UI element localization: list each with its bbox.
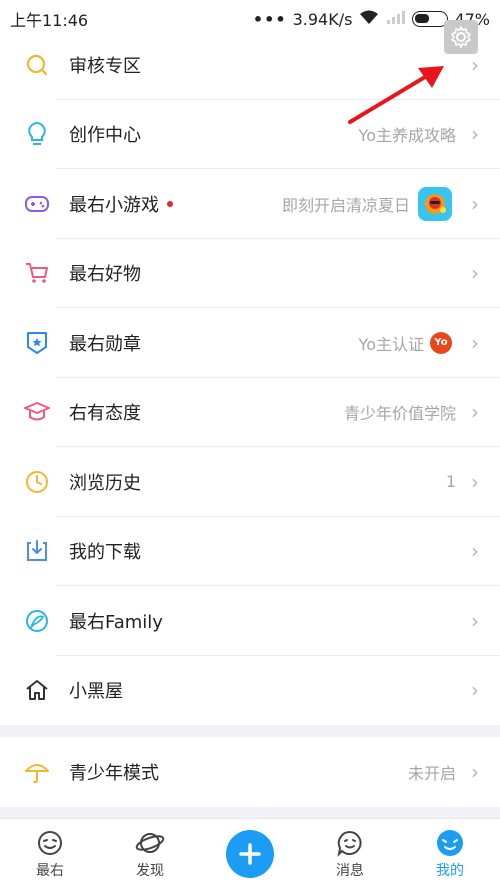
tab-label: 消息: [336, 863, 364, 879]
umbrella-icon: [24, 759, 50, 785]
menu-item-hint: Yo主认证: [358, 334, 424, 354]
section-gap: [0, 725, 500, 737]
tab-label: 最右: [36, 863, 64, 879]
menu-item-good-stuff[interactable]: 最右好物 ›: [0, 239, 500, 308]
yo-badge-icon: Yo: [430, 331, 452, 354]
tab-discover[interactable]: 发现: [105, 828, 195, 880]
gear-icon: [451, 26, 471, 48]
face-icon: [35, 828, 65, 858]
chevron-right-icon: ›: [471, 759, 479, 784]
menu-item-label: 浏览历史: [69, 472, 141, 494]
search-icon: [24, 52, 50, 78]
menu-list: 审核专区 › 创作中心 Yo主养成攻略 › 最右小游戏 即刻开启清凉夏日 › 最…: [0, 30, 500, 725]
planet-icon: [135, 828, 165, 858]
menu-item-youth-mode[interactable]: 青少年模式 未开启 ›: [0, 737, 500, 807]
chevron-right-icon: ›: [471, 330, 479, 355]
download-icon: [24, 538, 50, 564]
chevron-right-icon: ›: [471, 469, 479, 494]
menu-item-label: 创作中心: [69, 125, 141, 147]
chevron-right-icon: ›: [471, 539, 479, 564]
menu-item-label: 最右好物: [69, 264, 141, 286]
tab-label: 我的: [436, 863, 464, 879]
menu-item-label: 青少年模式: [69, 762, 159, 784]
menu-item-downloads[interactable]: 我的下载 ›: [0, 517, 500, 586]
game-thumbnail-icon: [418, 186, 452, 221]
graduation-cap-icon: [24, 399, 50, 425]
history-count: 1: [445, 472, 456, 492]
menu-item-label-wrap: 最右小游戏: [69, 191, 282, 217]
section-gap: [0, 807, 500, 818]
gamepad-icon: [24, 191, 50, 217]
house-icon: [24, 677, 50, 703]
signal-icon: [386, 9, 406, 29]
menu-item-label: 小黑屋: [69, 681, 123, 703]
family-icon: [24, 608, 50, 634]
menu-item-label: 右有态度: [69, 403, 141, 425]
chevron-right-icon: ›: [471, 678, 479, 703]
tab-publish[interactable]: [205, 830, 295, 878]
cart-icon: [24, 260, 50, 286]
plus-icon: [226, 830, 274, 878]
tab-mine[interactable]: 我的: [405, 828, 495, 880]
menu-item-family[interactable]: 最右Family ›: [0, 586, 500, 656]
menu-item-mini-games[interactable]: 最右小游戏 即刻开启清凉夏日 ›: [0, 169, 500, 239]
status-time: 上午11:46: [10, 11, 89, 30]
status-dots: •••: [252, 9, 287, 29]
tab-home[interactable]: 最右: [5, 828, 95, 880]
network-speed: 3.94K/s: [292, 9, 353, 29]
menu-item-attitude[interactable]: 右有态度 青少年价值学院 ›: [0, 378, 500, 447]
tab-label: 发现: [136, 863, 164, 879]
chevron-right-icon: ›: [471, 608, 479, 633]
menu-item-label: 最右勋章: [69, 333, 141, 355]
chevron-right-icon: ›: [471, 52, 479, 77]
menu-item-label: 最右小游戏: [69, 194, 159, 216]
bottom-tab-bar: 最右 发现 消息 我的: [0, 818, 500, 889]
chevron-right-icon: ›: [471, 261, 479, 286]
profile-icon: [435, 828, 465, 858]
message-icon: [335, 828, 365, 858]
menu-item-label: 最右Family: [69, 611, 163, 633]
menu-item-hint: 即刻开启清凉夏日: [281, 195, 410, 215]
youth-section: 青少年模式 未开启 ›: [0, 737, 500, 807]
red-arrow-annotation: [348, 66, 444, 124]
youth-mode-status: 未开启: [407, 763, 456, 783]
settings-gear-button[interactable]: [444, 20, 478, 54]
tab-messages[interactable]: 消息: [305, 828, 395, 880]
bulb-icon: [24, 121, 50, 147]
wifi-icon: [358, 9, 380, 29]
badge-icon: [24, 330, 50, 356]
menu-item-medals[interactable]: 最右勋章 Yo主认证 Yo ›: [0, 308, 500, 378]
menu-item-label: 我的下载: [69, 542, 141, 564]
menu-item-history[interactable]: 浏览历史 1 ›: [0, 447, 500, 517]
menu-item-blacklist[interactable]: 小黑屋 ›: [0, 656, 500, 726]
menu-item-hint: 青少年价值学院: [343, 404, 456, 424]
chevron-right-icon: ›: [471, 191, 479, 216]
chevron-right-icon: ›: [471, 400, 479, 425]
clock-icon: [24, 469, 50, 495]
notification-dot: [167, 200, 173, 207]
chevron-right-icon: ›: [471, 122, 479, 147]
